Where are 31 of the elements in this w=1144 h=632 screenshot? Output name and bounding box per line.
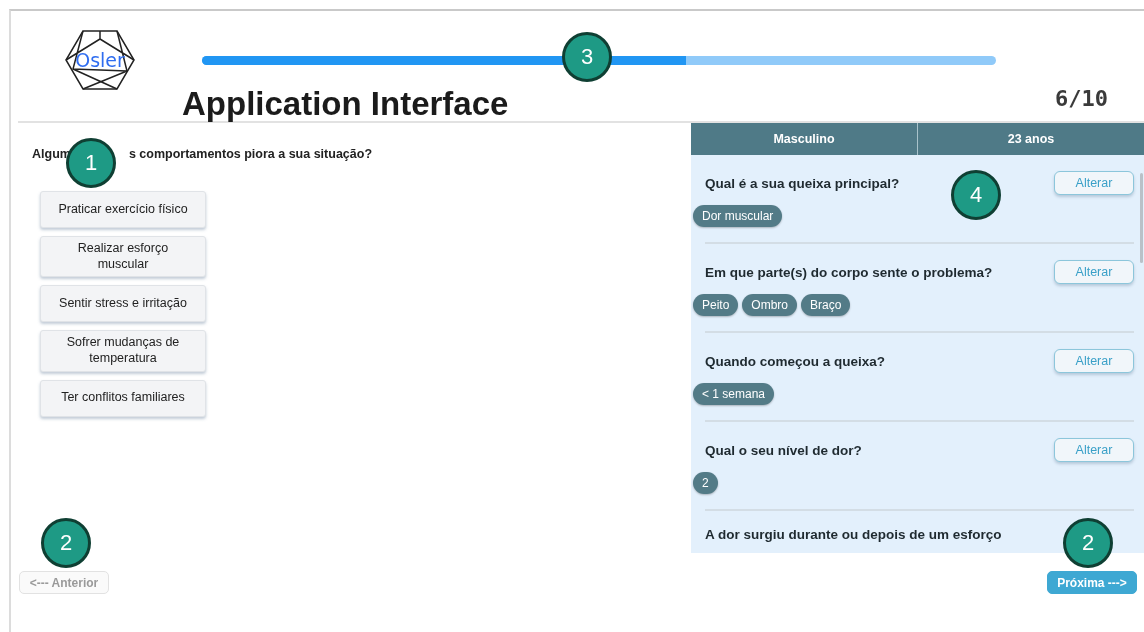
logo-icon: Osler (65, 29, 135, 91)
answer-option[interactable]: Sentir stress e irritação (40, 285, 206, 323)
header-cell-text: Masculino (772, 131, 836, 148)
summary-question: Quando começou a queixa? (705, 353, 886, 369)
answer-option[interactable]: Ter conflitos familiares (40, 379, 206, 417)
answer-chip: Dor muscular (693, 205, 783, 227)
step-counter: 6/10 (1055, 86, 1108, 111)
page-title: Application Interface (182, 87, 510, 120)
change-button[interactable]: Alterar (1054, 438, 1134, 462)
answer-option[interactable]: Realizar esforço muscular (40, 236, 206, 278)
answer-chip: Peito (693, 294, 739, 316)
next-button[interactable]: Próxima ---> (1047, 571, 1137, 594)
answer-option[interactable]: Praticar exercício físico (40, 191, 206, 228)
header-cell: 23 anos (917, 123, 1144, 155)
answer-chip: Ombro (742, 294, 798, 316)
scrollbar[interactable] (1140, 173, 1143, 263)
summary-question: Em que parte(s) do corpo sente o problema? (705, 264, 993, 280)
annotation-marker: 2 (1063, 518, 1113, 568)
change-button[interactable]: Alterar (1054, 260, 1134, 284)
change-button[interactable]: Alterar (1054, 171, 1134, 195)
summary-question: Qual é a sua queixa principal? (705, 175, 900, 191)
answer-chip: < 1 semana (693, 383, 775, 405)
answer-chip: Braço (801, 294, 851, 316)
change-button[interactable]: Alterar (1054, 349, 1134, 373)
summary-question: A dor surgiu durante ou depois de um esforço (705, 527, 1002, 542)
answer-chip: 2 (693, 472, 718, 494)
summary-question: Qual o seu nível de dor? (705, 442, 862, 458)
annotation-marker: 2 (41, 518, 91, 568)
question-text: s comportamentos piora a sua situação? (128, 147, 372, 161)
answer-option[interactable]: Sofrer mudanças de temperatura (40, 330, 206, 372)
annotation-marker: 3 (562, 32, 612, 82)
